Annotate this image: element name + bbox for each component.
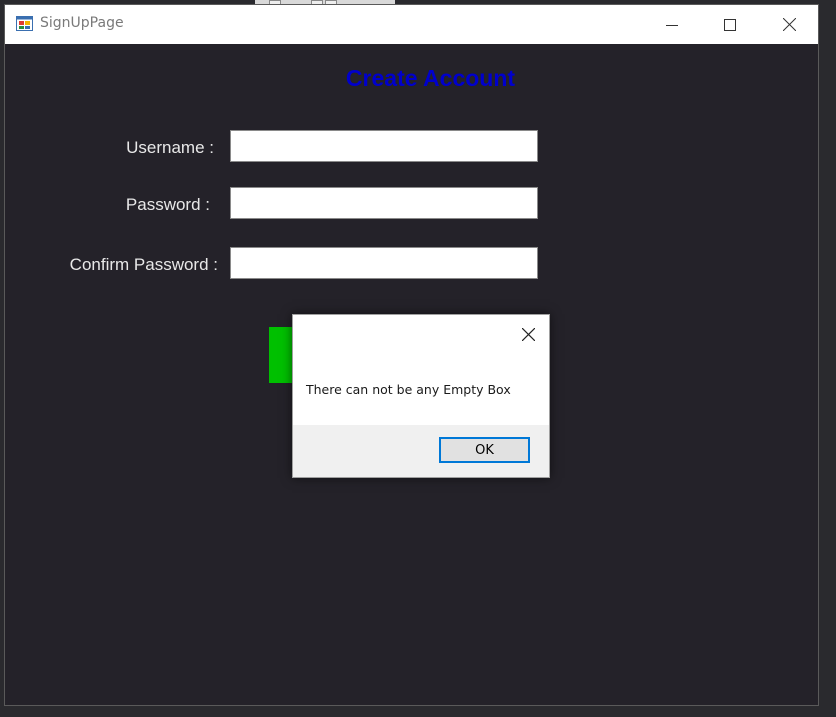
ok-button[interactable]: OK [439, 437, 530, 463]
confirm-password-label: Confirm Password : [69, 255, 218, 274]
maximize-icon [724, 18, 736, 31]
maximize-button[interactable] [701, 5, 759, 44]
title-bar[interactable]: SignUpPage [5, 5, 818, 44]
dialog-close-button[interactable] [517, 323, 539, 345]
close-icon [782, 18, 796, 31]
close-button[interactable] [760, 5, 818, 44]
close-icon [521, 327, 535, 341]
confirm-password-field[interactable] [230, 247, 538, 279]
page-title: Create Account [345, 65, 516, 91]
dialog-message: There can not be any Empty Box [306, 382, 511, 397]
window-title: SignUpPage [40, 15, 124, 31]
password-label: Password : [125, 195, 210, 214]
password-field[interactable] [230, 187, 538, 219]
dialog-footer: OK [293, 425, 549, 477]
message-box-dialog: There can not be any Empty Box OK [292, 314, 550, 478]
winforms-app-icon [16, 16, 33, 31]
username-field[interactable] [230, 130, 538, 162]
minimize-button[interactable] [643, 5, 701, 44]
minimize-icon [666, 24, 678, 26]
username-label: Username : [126, 138, 214, 157]
